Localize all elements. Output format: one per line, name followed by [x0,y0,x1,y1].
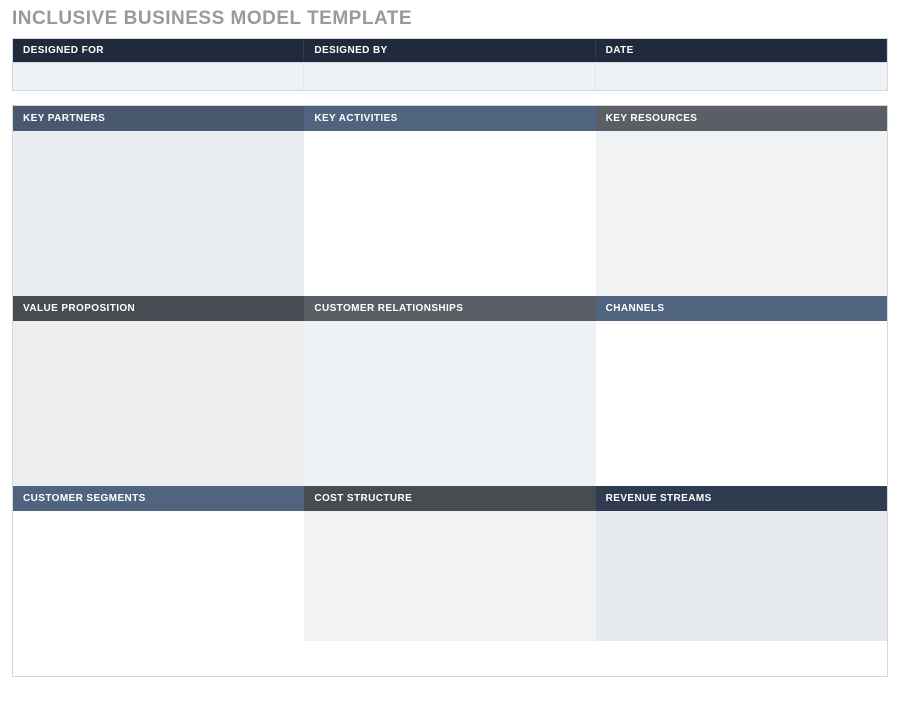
cell-channels[interactable] [596,321,887,486]
header-customer-relationships: CUSTOMER RELATIONSHIPS [304,296,595,321]
cell-customer-segments[interactable] [13,511,304,641]
meta-header-date: DATE [596,39,887,62]
meta-header-designed-for: DESIGNED FOR [13,39,304,62]
cell-cost-structure[interactable] [304,511,595,641]
meta-field-designed-for[interactable] [13,62,304,90]
header-cost-structure: COST STRUCTURE [304,486,595,511]
header-revenue-streams: REVENUE STREAMS [596,486,887,511]
cell-key-resources[interactable] [596,131,887,296]
meta-table: DESIGNED FOR DESIGNED BY DATE [12,38,888,91]
cell-key-activities[interactable] [304,131,595,296]
header-key-activities: KEY ACTIVITIES [304,106,595,131]
meta-field-date[interactable] [596,62,887,90]
header-channels: CHANNELS [596,296,887,321]
header-customer-segments: CUSTOMER SEGMENTS [13,486,304,511]
cell-value-proposition[interactable] [13,321,304,486]
page-title: INCLUSIVE BUSINESS MODEL TEMPLATE [12,8,888,30]
canvas-grid: KEY PARTNERS KEY ACTIVITIES KEY RESOURCE… [12,105,888,677]
header-key-partners: KEY PARTNERS [13,106,304,131]
header-key-resources: KEY RESOURCES [596,106,887,131]
header-value-proposition: VALUE PROPOSITION [13,296,304,321]
meta-header-designed-by: DESIGNED BY [304,39,595,62]
cell-customer-relationships[interactable] [304,321,595,486]
meta-field-designed-by[interactable] [304,62,595,90]
cell-revenue-streams[interactable] [596,511,887,641]
cell-key-partners[interactable] [13,131,304,296]
